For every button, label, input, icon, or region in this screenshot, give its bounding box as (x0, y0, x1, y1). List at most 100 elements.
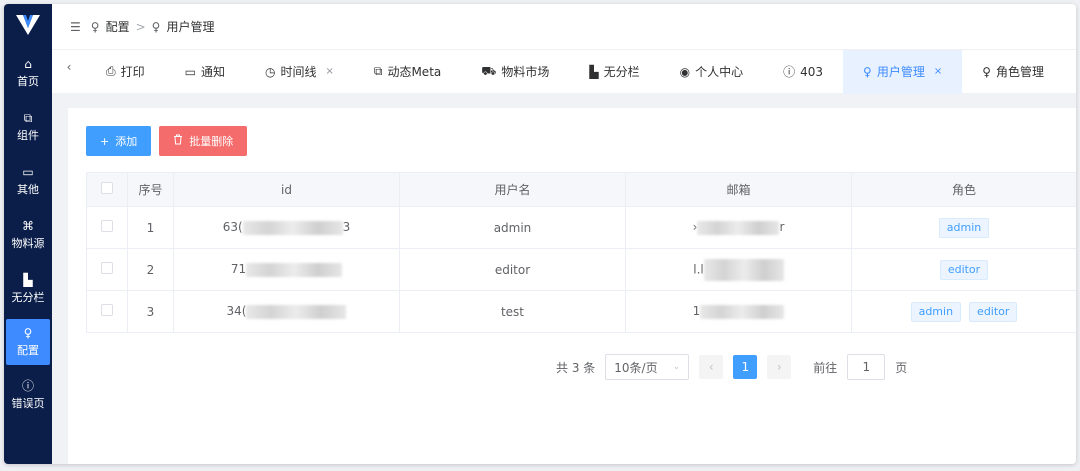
chevron-down-icon: ⌄ (672, 362, 681, 372)
email-visible-tail: r (779, 220, 785, 235)
sidebar-item-label: 首页 (17, 74, 39, 88)
tab-9[interactable]: ♀ 角色管理 (962, 50, 1064, 94)
row-checkbox[interactable] (101, 262, 113, 274)
tab-2[interactable]: ◷ 时间线 × (245, 50, 354, 94)
row-checkbox[interactable] (101, 304, 113, 316)
redacted-id (242, 220, 343, 235)
table-header-row: 序号 id 用户名 邮箱 角色 (86, 172, 1076, 207)
select-all-checkbox[interactable] (101, 182, 113, 194)
main-content: + 添加 批量删除 序号 id 用户名 邮箱 角色 1 63(3 admin … (68, 108, 1076, 464)
prev-page-button[interactable]: ‹ (699, 355, 724, 379)
app-window: ⌂ 首页 ⧉ 组件 ▭ 其他 ⌘ 物料源 ▙ 无分栏 ♀ 配置 ⓘ 错误页 ☰ ♀ 配置 > ♀ 用户管理… (4, 4, 1076, 464)
sidebar-item-label: 物料源 (11, 236, 45, 250)
role-tag: editor (939, 259, 989, 280)
tab-6[interactable]: ◉ 个人中心 (660, 50, 764, 94)
sidebar-item-5[interactable]: ♀ 配置 (6, 319, 50, 365)
tabs-scroll-left-icon[interactable]: ‹ (52, 50, 86, 74)
user-icon: ♀ (151, 19, 161, 34)
role-cell: editor (851, 248, 1076, 291)
role-cell: admin editor (851, 290, 1076, 333)
sidebar-item-3[interactable]: ⌘ 物料源 (4, 208, 52, 262)
collapse-sidebar-icon[interactable]: ☰ (70, 20, 81, 34)
page-number-current[interactable]: 1 (733, 355, 758, 379)
tab-icon: ⎙ (106, 64, 116, 78)
breadcrumb: ♀ 配置 > ♀ 用户管理 (91, 18, 215, 35)
add-button-label: 添加 (115, 135, 138, 148)
sidebar-item-label: 配置 (17, 343, 39, 357)
goto-page-input[interactable] (847, 354, 886, 380)
tab-4[interactable]: ⛟ 物料市场 (461, 50, 569, 94)
breadcrumb-item-config[interactable]: 配置 (106, 18, 130, 35)
logo-icon (16, 15, 40, 35)
tab-label: 用户管理 (876, 65, 925, 79)
close-icon[interactable]: × (325, 66, 333, 77)
sidebar-item-2[interactable]: ▭ 其他 (4, 154, 52, 208)
add-button[interactable]: + 添加 (86, 126, 152, 156)
toolbar: + 添加 批量删除 (86, 126, 248, 156)
id-cell: 34( (173, 290, 400, 333)
tab-7[interactable]: ⓘ 403 (763, 50, 843, 94)
sidebar-item-label: 其他 (17, 182, 39, 196)
tab-8[interactable]: ♀ 用户管理 × (843, 49, 963, 94)
tab-icon: ♀ (982, 64, 992, 79)
home-icon: ⌂ (24, 56, 32, 71)
sidebar-item-1[interactable]: ⧉ 组件 (4, 100, 52, 154)
sidebar-item-0[interactable]: ⌂ 首页 (4, 46, 52, 100)
redacted-email (700, 304, 785, 319)
redacted-email (703, 258, 784, 281)
tab-icon: ◷ (264, 64, 276, 79)
next-page-button[interactable]: › (767, 355, 792, 379)
page-size-select[interactable]: 10条/页 ⌄ (605, 354, 690, 380)
chevron-left-icon: ‹ (708, 360, 714, 374)
email-visible-part: l.l (693, 262, 704, 276)
tab-icon: ⓘ (783, 65, 796, 79)
email-cell: l.l (625, 248, 852, 291)
sidebar-item-6[interactable]: ⓘ 错误页 (4, 368, 52, 422)
tabs-bar: ‹ ⎙ 打印 ▭ 通知 ◷ 时间线 × ⧉ 动态Meta ⛟ 物料市场 ▙ 无分栏 ◉ 个人中心 ⓘ 403 ♀ 用… (52, 49, 1076, 94)
id-visible-part: 71 (230, 262, 247, 277)
table-row[interactable]: 3 34(test 1 admin editor (86, 290, 1076, 333)
app-logo[interactable] (4, 4, 52, 46)
id-visible-part: 34( (226, 304, 247, 319)
close-icon[interactable]: × (934, 66, 942, 77)
table-row[interactable]: 1 63(3 admin › r admin (86, 206, 1076, 249)
tab-label: 物料市场 (501, 65, 550, 79)
user-settings-icon: ♀ (90, 19, 100, 34)
page-size-value: 10条/页 (614, 360, 658, 375)
sidebar-item-4[interactable]: ▙ 无分栏 (4, 262, 52, 316)
user-settings-icon: ♀ (23, 325, 33, 340)
goto-label: 前往 (813, 360, 838, 375)
sidebar-item-label: 组件 (17, 128, 39, 142)
total-count: 共 3 条 (556, 360, 596, 375)
tab-icon: ⧉ (373, 64, 383, 78)
tab-label: 通知 (200, 65, 225, 79)
role-tag: admin (910, 301, 962, 322)
tab-5[interactable]: ▙ 无分栏 (569, 50, 659, 94)
plus-icon: + (100, 134, 110, 148)
username-cell: editor (399, 248, 626, 291)
table-row[interactable]: 2 71 editor l.l editor (86, 248, 1076, 291)
index-cell: 3 (127, 290, 174, 333)
role-tag: editor (969, 301, 1018, 322)
tab-1[interactable]: ▭ 通知 (165, 50, 245, 94)
column-header-email: 邮箱 (625, 172, 852, 207)
user-table: 序号 id 用户名 邮箱 角色 1 63(3 admin › r admin 2 71 edit… (86, 172, 1076, 333)
breadcrumb-item-user-management: 用户管理 (166, 20, 215, 34)
email-cell: › r (625, 206, 852, 249)
layout-icon: ▙ (23, 272, 33, 287)
box-icon: ▭ (22, 164, 34, 179)
tab-0[interactable]: ⎙ 打印 (86, 50, 165, 94)
batch-delete-button[interactable]: 批量删除 (159, 126, 248, 156)
id-visible-tail: 3 (342, 220, 351, 235)
row-checkbox[interactable] (101, 220, 113, 232)
sidebar-item-label: 无分栏 (11, 290, 45, 304)
pagination: 共 3 条 10条/页 ⌄ ‹ 1 › 前往 页 (556, 354, 907, 380)
top-header: ☰ ♀ 配置 > ♀ 用户管理 (52, 4, 1076, 49)
tab-icon: ▙ (589, 64, 599, 79)
select-all-cell (86, 172, 128, 207)
tab-label: 动态Meta (387, 65, 442, 79)
column-header-role: 角色 (851, 172, 1076, 207)
trash-icon (173, 134, 183, 148)
tab-label: 403 (800, 64, 824, 79)
tab-3[interactable]: ⧉ 动态Meta (354, 50, 461, 94)
